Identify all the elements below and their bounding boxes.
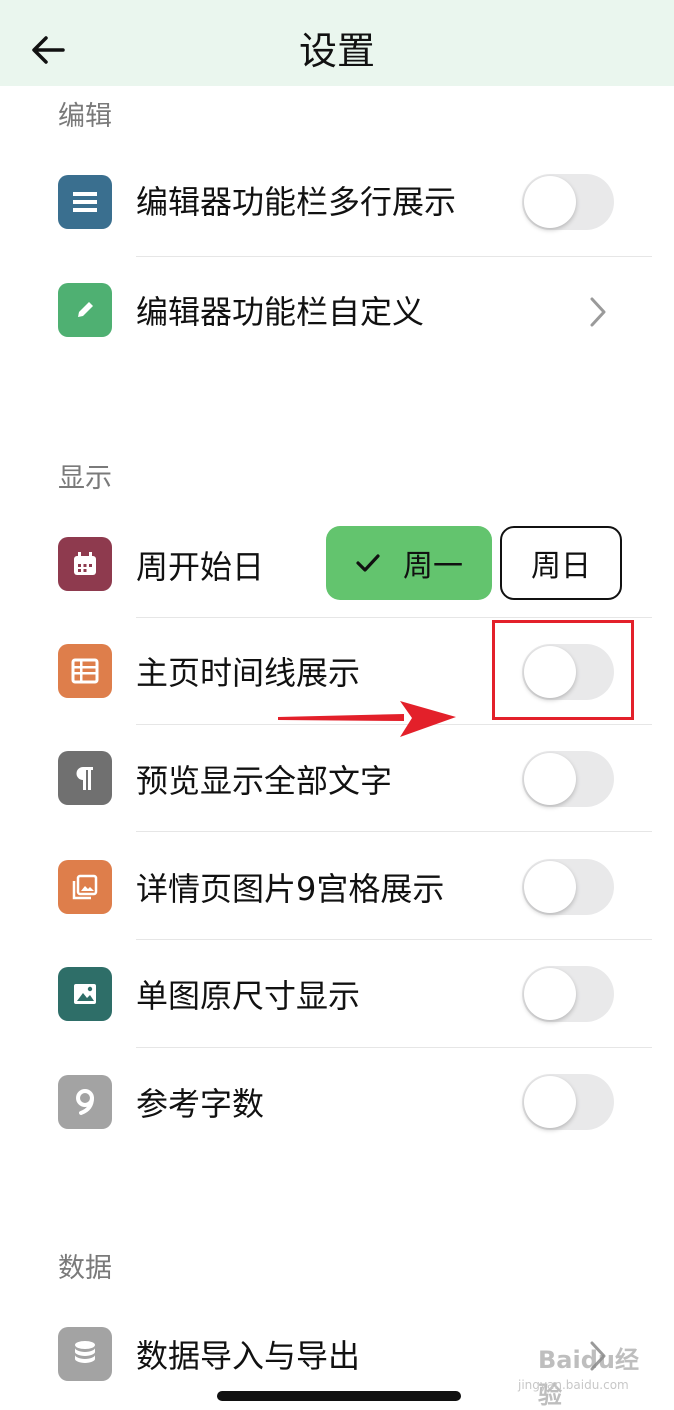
toggle-knob: [524, 753, 576, 805]
gallery-icon: [58, 860, 112, 914]
image-icon: [58, 967, 112, 1021]
row-label: 详情页图片9宫格展示: [136, 870, 445, 908]
toggle-switch[interactable]: [522, 751, 614, 807]
toggle-switch[interactable]: [522, 174, 614, 230]
settings-row-original-size[interactable]: 单图原尺寸显示: [0, 940, 674, 1046]
week-start-sunday-button[interactable]: 周日: [500, 526, 622, 600]
segment-label: 周一: [403, 549, 463, 584]
settings-row-multiline-toolbar[interactable]: 编辑器功能栏多行展示: [0, 149, 674, 255]
section-header-data: 数据: [58, 1253, 112, 1284]
chevron-right-icon[interactable]: [586, 1339, 610, 1373]
row-label: 编辑器功能栏多行展示: [136, 183, 457, 221]
calendar-icon: [58, 537, 112, 591]
navigation-bar: 设置: [0, 0, 674, 86]
database-icon: [58, 1327, 112, 1381]
row-label: 周开始日: [136, 548, 265, 586]
pencil-icon: [58, 283, 112, 337]
row-label: 单图原尺寸显示: [136, 977, 361, 1015]
toggle-switch[interactable]: [522, 859, 614, 915]
home-indicator: [217, 1391, 461, 1401]
toggle-knob: [524, 861, 576, 913]
row-label: 数据导入与导出: [136, 1337, 361, 1375]
segment-label: 周日: [531, 549, 591, 584]
section-header-display: 显示: [58, 463, 112, 494]
settings-row-customize-toolbar[interactable]: 编辑器功能栏自定义: [0, 257, 674, 363]
row-label: 编辑器功能栏自定义: [136, 293, 425, 331]
toggle-knob: [524, 1076, 576, 1128]
paragraph-icon: [58, 751, 112, 805]
number-nine-icon: [58, 1075, 112, 1129]
checkmark-icon: [355, 552, 381, 574]
list-icon: [58, 175, 112, 229]
row-label: 参考字数: [136, 1085, 265, 1123]
table-icon: [58, 644, 112, 698]
toggle-knob: [524, 176, 576, 228]
annotation-arrow-icon: [278, 701, 456, 737]
page-title: 设置: [298, 29, 375, 73]
toggle-switch[interactable]: [522, 1074, 614, 1130]
chevron-right-icon[interactable]: [586, 295, 610, 329]
settings-row-image-grid[interactable]: 详情页图片9宫格展示: [0, 832, 674, 938]
section-header-edit: 编辑: [58, 101, 112, 132]
settings-row-word-count[interactable]: 参考字数: [0, 1048, 674, 1154]
annotation-highlight-box: [492, 620, 634, 720]
toggle-switch[interactable]: [522, 966, 614, 1022]
week-start-monday-button[interactable]: 周一: [326, 526, 492, 600]
row-label: 主页时间线展示: [136, 654, 361, 692]
settings-row-preview-all-text[interactable]: 预览显示全部文字: [0, 725, 674, 831]
row-label: 预览显示全部文字: [136, 762, 393, 800]
toggle-knob: [524, 968, 576, 1020]
